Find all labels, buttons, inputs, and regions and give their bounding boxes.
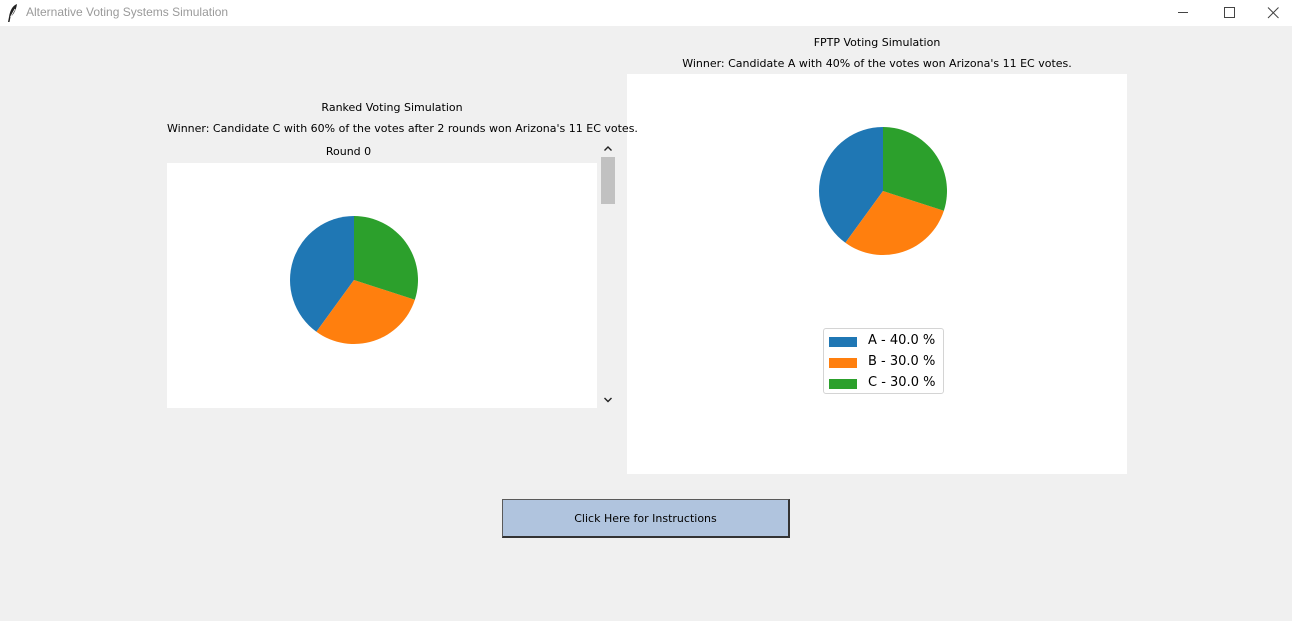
legend-item-c: C - 30.0 % xyxy=(829,375,941,392)
legend-swatch-a xyxy=(829,337,857,347)
legend-label-b: B - 30.0 % xyxy=(868,354,936,369)
minimize-icon xyxy=(1178,12,1188,13)
ranked-heading: Ranked Voting Simulation xyxy=(321,101,463,114)
legend-label-a: A - 40.0 % xyxy=(868,333,936,348)
chevron-down-icon xyxy=(604,397,612,403)
ranked-pie-chart xyxy=(290,216,418,344)
ranked-chart-canvas xyxy=(167,163,597,408)
fptp-legend: A - 40.0 % B - 30.0 % C - 30.0 % xyxy=(823,328,944,394)
minimize-button[interactable] xyxy=(1160,0,1206,26)
ranked-scrollbar[interactable] xyxy=(599,141,617,408)
window-title: Alternative Voting Systems Simulation xyxy=(26,5,229,19)
scroll-down-button[interactable] xyxy=(599,392,617,408)
round-label: Round 0 xyxy=(325,145,372,158)
chevron-up-icon xyxy=(604,146,612,151)
maximize-button[interactable] xyxy=(1206,0,1252,26)
fptp-heading: FPTP Voting Simulation xyxy=(813,36,941,49)
legend-item-a: A - 40.0 % xyxy=(829,333,941,350)
window-title-bar: Alternative Voting Systems Simulation xyxy=(0,0,1292,26)
legend-swatch-c xyxy=(829,379,857,389)
feather-icon xyxy=(6,3,20,23)
ranked-winner-text: Winner: Candidate C with 60% of the vote… xyxy=(167,122,638,135)
fptp-winner-text: Winner: Candidate A with 40% of the vote… xyxy=(682,57,1072,70)
scroll-up-button[interactable] xyxy=(599,141,617,157)
scroll-thumb[interactable] xyxy=(601,157,615,204)
legend-label-c: C - 30.0 % xyxy=(868,375,936,390)
close-icon xyxy=(1267,7,1279,19)
instructions-button[interactable]: Click Here for Instructions xyxy=(502,499,790,538)
fptp-chart-canvas: A - 40.0 % B - 30.0 % C - 30.0 % xyxy=(627,74,1127,474)
legend-item-b: B - 30.0 % xyxy=(829,354,941,371)
fptp-pie-chart xyxy=(819,127,947,255)
maximize-icon xyxy=(1224,7,1235,18)
close-button[interactable] xyxy=(1250,0,1292,26)
legend-swatch-b xyxy=(829,358,857,368)
